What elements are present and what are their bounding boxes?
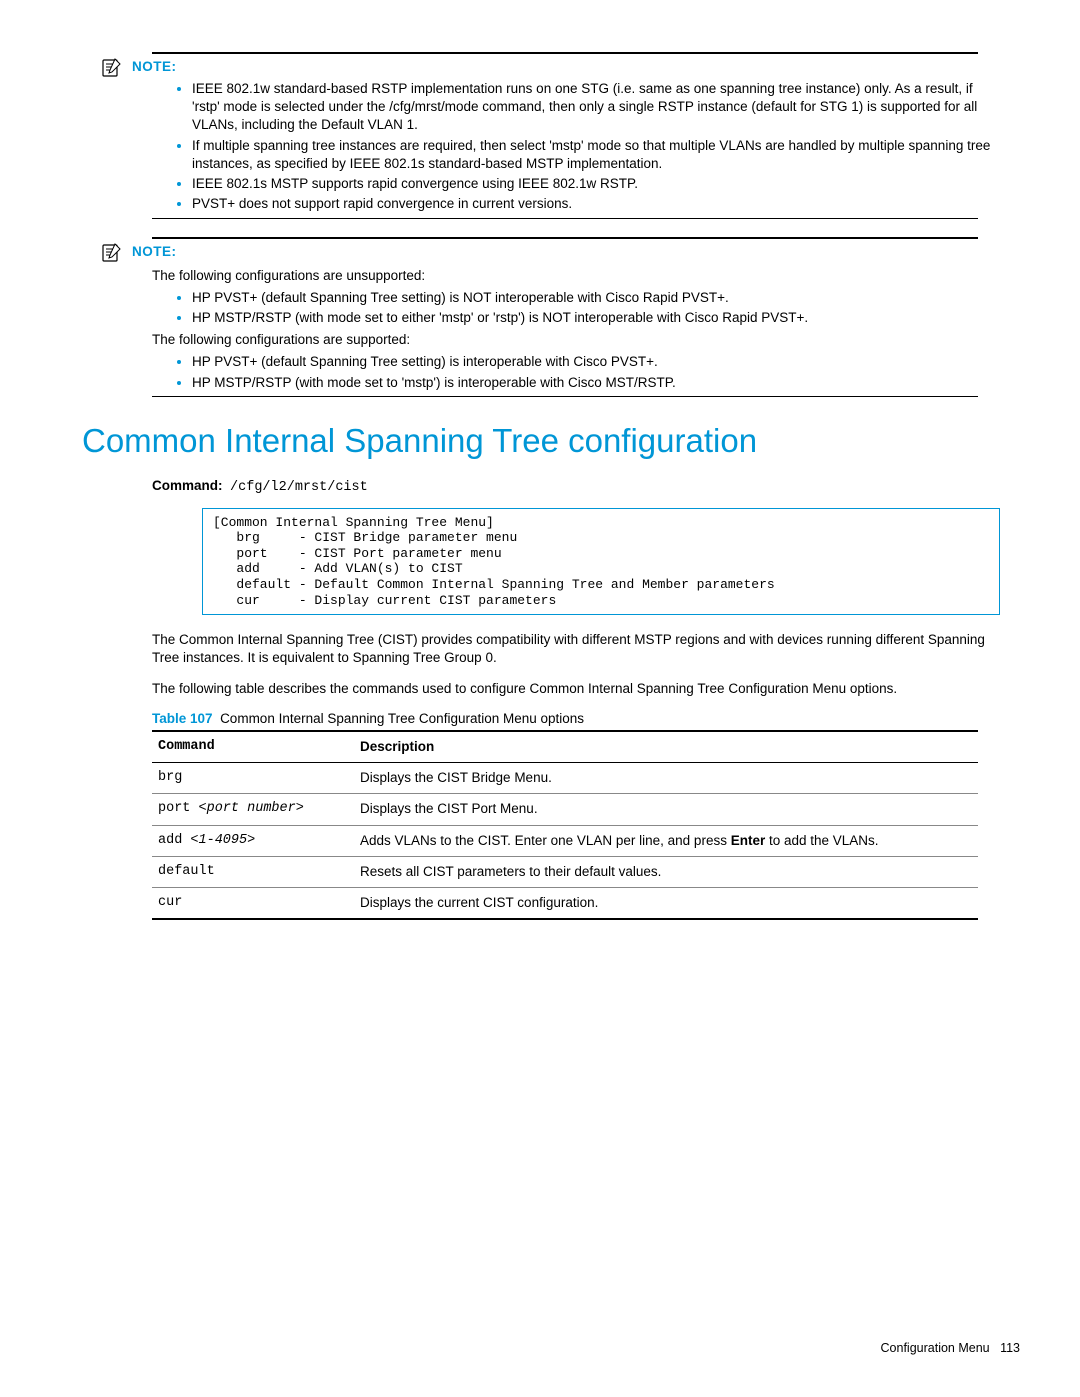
note2-intro2: The following configurations are support…: [152, 331, 992, 349]
cell-description: Adds VLANs to the CIST. Enter one VLAN p…: [354, 825, 978, 856]
options-table: Command Description brg Displays the CIS…: [152, 730, 978, 920]
table-title: Common Internal Spanning Tree Configurat…: [220, 711, 584, 726]
list-item: If multiple spanning tree instances are …: [192, 137, 992, 173]
table-number: Table 107: [152, 711, 213, 726]
paragraph: The following table describes the comman…: [152, 680, 992, 698]
cell-command: default: [152, 856, 354, 887]
list-item: IEEE 802.1s MSTP supports rapid converge…: [192, 175, 992, 193]
table-row: add <1-4095> Adds VLANs to the CIST. Ent…: [152, 825, 978, 856]
cell-description: Resets all CIST parameters to their defa…: [354, 856, 978, 887]
note-icon: [82, 243, 132, 263]
paragraph: The Common Internal Spanning Tree (CIST)…: [152, 631, 992, 667]
note-block-2: NOTE: The following configurations are u…: [82, 237, 992, 397]
col-header-description: Description: [354, 731, 978, 763]
list-item: PVST+ does not support rapid convergence…: [192, 195, 992, 213]
cell-command: cur: [152, 888, 354, 920]
cell-description: Displays the current CIST configuration.: [354, 888, 978, 920]
table-caption: Table 107 Common Internal Spanning Tree …: [152, 710, 992, 728]
cell-command: brg: [152, 763, 354, 794]
cell-command: port <port number>: [152, 794, 354, 825]
list-item: IEEE 802.1w standard-based RSTP implemen…: [192, 80, 992, 135]
footer-page-number: 113: [1000, 1341, 1020, 1355]
cell-command: add <1-4095>: [152, 825, 354, 856]
note2-list1: HP PVST+ (default Spanning Tree setting)…: [152, 289, 992, 327]
note-block-1: NOTE: IEEE 802.1w standard-based RSTP im…: [82, 52, 992, 219]
command-line: Command: /cfg/l2/mrst/cist: [152, 477, 992, 497]
footer-section: Configuration Menu: [881, 1341, 990, 1355]
note-label: NOTE:: [132, 243, 177, 261]
note1-list: IEEE 802.1w standard-based RSTP implemen…: [152, 80, 992, 214]
col-header-command: Command: [152, 731, 354, 763]
code-box: [Common Internal Spanning Tree Menu] brg…: [202, 508, 1000, 616]
note2-intro1: The following configurations are unsuppo…: [152, 267, 992, 285]
section-heading: Common Internal Spanning Tree configurat…: [82, 419, 992, 464]
list-item: HP MSTP/RSTP (with mode set to either 'm…: [192, 309, 992, 327]
cell-description: Displays the CIST Bridge Menu.: [354, 763, 978, 794]
command-value: /cfg/l2/mrst/cist: [230, 480, 368, 495]
list-item: HP PVST+ (default Spanning Tree setting)…: [192, 289, 992, 307]
table-row: brg Displays the CIST Bridge Menu.: [152, 763, 978, 794]
page-footer: Configuration Menu 113: [881, 1340, 1020, 1357]
list-item: HP PVST+ (default Spanning Tree setting)…: [192, 353, 992, 371]
note-icon: [82, 58, 132, 78]
table-row: default Resets all CIST parameters to th…: [152, 856, 978, 887]
note2-list2: HP PVST+ (default Spanning Tree setting)…: [152, 353, 992, 391]
cell-description: Displays the CIST Port Menu.: [354, 794, 978, 825]
table-row: port <port number> Displays the CIST Por…: [152, 794, 978, 825]
note-label: NOTE:: [132, 58, 177, 76]
list-item: HP MSTP/RSTP (with mode set to 'mstp') i…: [192, 374, 992, 392]
table-row: cur Displays the current CIST configurat…: [152, 888, 978, 920]
command-label: Command:: [152, 478, 223, 493]
